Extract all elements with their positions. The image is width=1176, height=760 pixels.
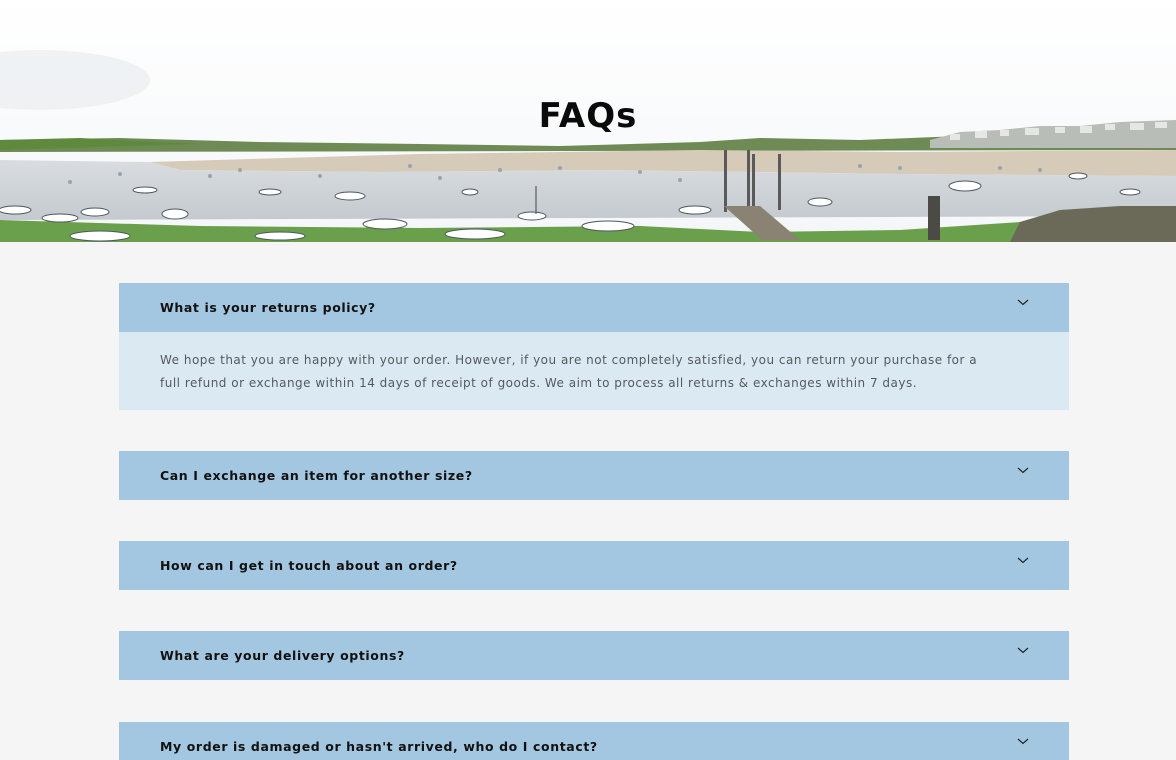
faq-question-text: My order is damaged or hasn't arrived, w… [160, 739, 598, 754]
chevron-down-icon [1017, 557, 1029, 564]
faq-question-text: Can I exchange an item for another size? [160, 468, 473, 483]
faq-item: What is your returns policy? We hope tha… [119, 283, 1069, 410]
faq-question-text: What are your delivery options? [160, 648, 405, 663]
chevron-down-icon [1017, 738, 1029, 745]
faq-item: How can I get in touch about an order? [119, 541, 1069, 590]
faq-item: What are your delivery options? [119, 631, 1069, 680]
chevron-down-icon [1017, 467, 1029, 474]
faq-question-text: How can I get in touch about an order? [160, 558, 458, 573]
faq-question-toggle[interactable]: Can I exchange an item for another size? [119, 451, 1069, 500]
faq-question-toggle[interactable]: How can I get in touch about an order? [119, 541, 1069, 590]
faq-question-toggle[interactable]: My order is damaged or hasn't arrived, w… [119, 722, 1069, 760]
faq-answer: We hope that you are happy with your ord… [119, 332, 1069, 410]
faq-item: Can I exchange an item for another size? [119, 451, 1069, 500]
faq-item: My order is damaged or hasn't arrived, w… [119, 722, 1069, 760]
faq-question-toggle[interactable]: What is your returns policy? [119, 283, 1069, 332]
faq-question-text: What is your returns policy? [160, 300, 376, 315]
faq-question-toggle[interactable]: What are your delivery options? [119, 631, 1069, 680]
hero-banner: FAQs [0, 0, 1176, 242]
chevron-down-icon [1017, 647, 1029, 654]
page-title: FAQs [538, 96, 638, 136]
chevron-down-icon [1017, 299, 1029, 306]
